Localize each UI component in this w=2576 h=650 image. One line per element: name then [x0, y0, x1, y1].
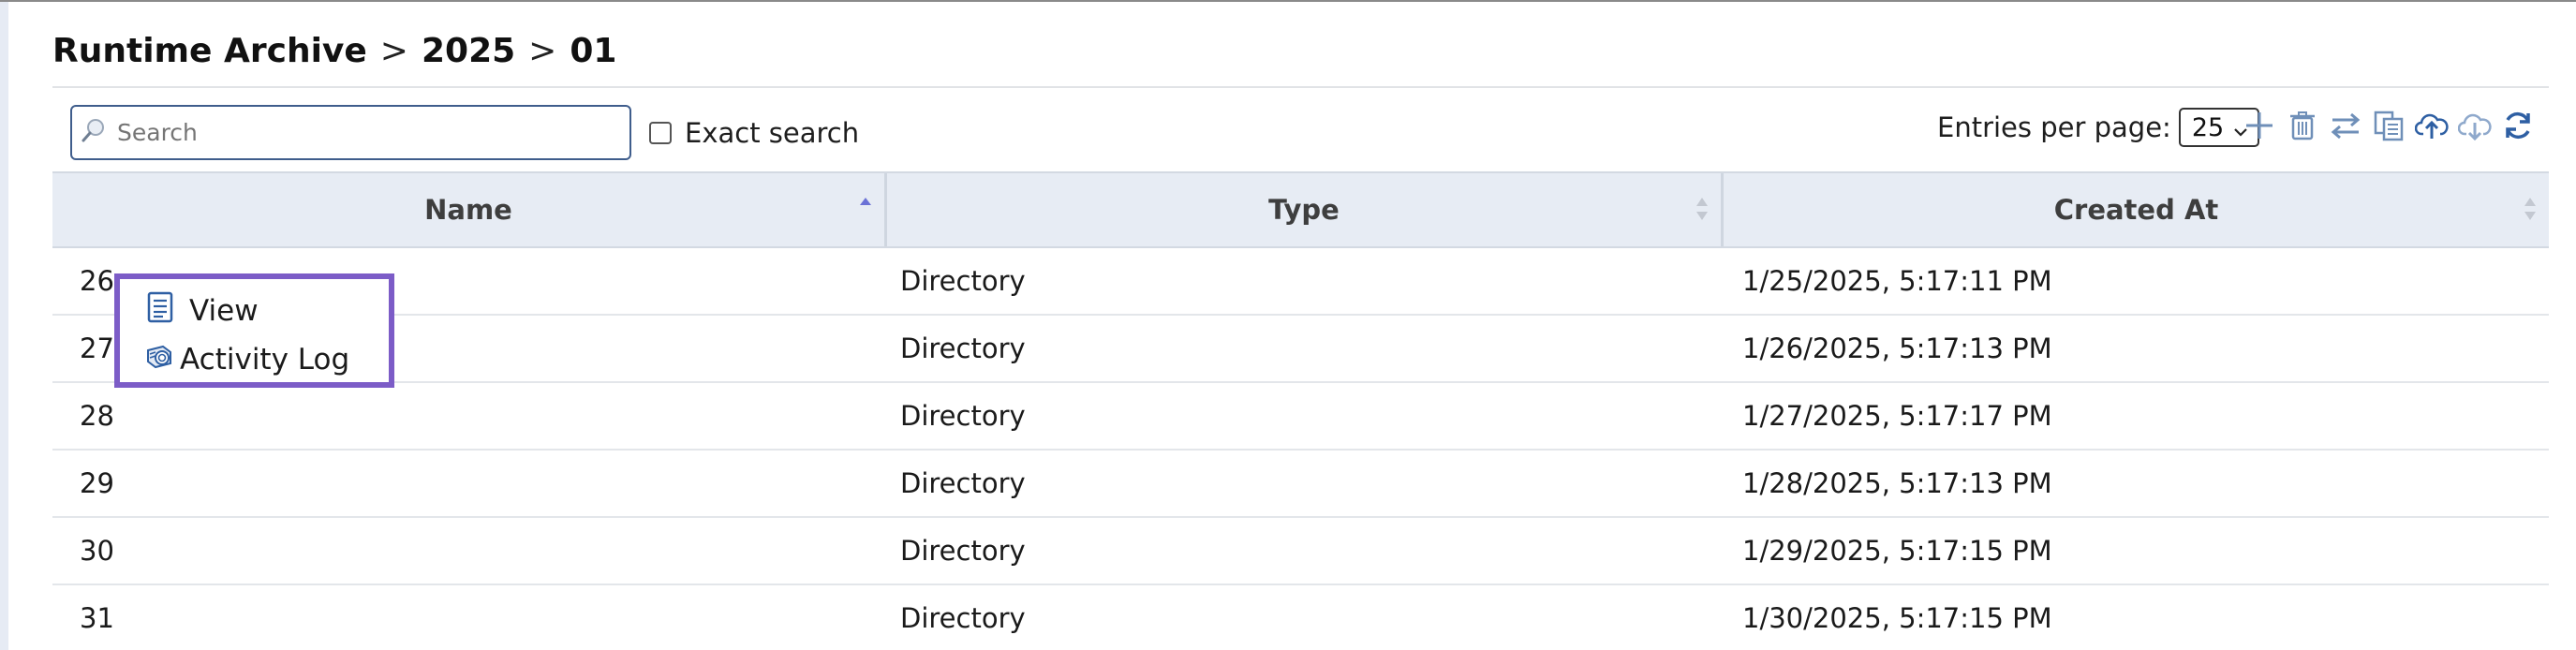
- left-sidebar-edge: [0, 2, 8, 650]
- cell-name[interactable]: 29: [52, 467, 887, 499]
- cell-created-at: 1/27/2025, 5:17:17 PM: [1742, 400, 2052, 432]
- upload-icon[interactable]: [2413, 107, 2450, 144]
- context-menu-label: Activity Log: [180, 343, 350, 377]
- cell-name[interactable]: 30: [52, 535, 887, 567]
- document-icon: [144, 290, 176, 332]
- cell-type: Directory: [900, 467, 1026, 499]
- file-table: Name Type Created At 26 Directory 1/25/2…: [52, 171, 2549, 650]
- table-row[interactable]: 27 Directory 1/26/2025, 5:17:13 PM: [52, 316, 2549, 383]
- table-row[interactable]: 28 Directory 1/27/2025, 5:17:17 PM: [52, 383, 2549, 451]
- column-header-label: Type: [1268, 194, 1340, 226]
- column-header-created-at[interactable]: Created At: [1724, 173, 2549, 246]
- move-icon[interactable]: [2327, 107, 2364, 144]
- context-menu-item-view[interactable]: View: [144, 290, 259, 332]
- column-header-label: Name: [424, 194, 512, 226]
- breadcrumb-item-2025[interactable]: 2025: [422, 32, 515, 70]
- table-row[interactable]: 30 Directory 1/29/2025, 5:17:15 PM: [52, 518, 2549, 585]
- search-input[interactable]: [117, 112, 623, 153]
- column-header-name[interactable]: Name: [52, 173, 887, 246]
- entries-per-page-label: Entries per page:: [1937, 111, 2171, 143]
- cell-name[interactable]: 28: [52, 400, 887, 432]
- context-menu: View Activity Log: [114, 273, 394, 388]
- cell-type: Directory: [900, 602, 1026, 634]
- search-box[interactable]: [70, 105, 631, 160]
- sort-neutral-icon: [2523, 192, 2538, 226]
- table-row[interactable]: 29 Directory 1/28/2025, 5:17:13 PM: [52, 451, 2549, 518]
- exact-search-label[interactable]: Exact search: [685, 117, 859, 149]
- cell-created-at: 1/30/2025, 5:17:15 PM: [1742, 602, 2052, 634]
- table-row[interactable]: 31 Directory 1/30/2025, 5:17:15 PM: [52, 585, 2549, 650]
- refresh-icon[interactable]: [2499, 107, 2537, 144]
- cell-type: Directory: [900, 535, 1026, 567]
- cell-created-at: 1/25/2025, 5:17:11 PM: [1742, 265, 2052, 297]
- sort-ascending-icon: [858, 192, 873, 226]
- table-row[interactable]: 26 Directory 1/25/2025, 5:17:11 PM: [52, 248, 2549, 316]
- divider: [52, 86, 2549, 88]
- cell-type: Directory: [900, 265, 1026, 297]
- copy-icon[interactable]: [2370, 107, 2407, 144]
- entries-per-page: Entries per page: 25: [1937, 107, 2259, 148]
- column-header-label: Created At: [2053, 194, 2219, 226]
- column-header-type[interactable]: Type: [887, 173, 1724, 246]
- toolbar: [2241, 106, 2542, 145]
- table-header: Name Type Created At: [52, 171, 2549, 248]
- download-icon[interactable]: [2456, 107, 2494, 144]
- breadcrumb-item-runtime-archive[interactable]: Runtime Archive: [52, 32, 367, 70]
- search-icon: [80, 116, 108, 144]
- add-icon[interactable]: [2241, 107, 2278, 144]
- breadcrumb-item-01: 01: [570, 31, 617, 70]
- context-menu-label: View: [189, 294, 259, 328]
- activity-log-icon: [142, 339, 174, 380]
- breadcrumb-separator: >: [528, 31, 557, 70]
- cell-created-at: 1/28/2025, 5:17:13 PM: [1742, 467, 2052, 499]
- context-menu-item-activity-log[interactable]: Activity Log: [142, 339, 349, 380]
- exact-search-checkbox[interactable]: [649, 122, 672, 144]
- delete-icon[interactable]: [2284, 107, 2321, 144]
- cell-created-at: 1/29/2025, 5:17:15 PM: [1742, 535, 2052, 567]
- breadcrumb: Runtime Archive > 2025 > 01: [52, 28, 616, 73]
- cell-created-at: 1/26/2025, 5:17:13 PM: [1742, 332, 2052, 364]
- sort-neutral-icon: [1695, 192, 1710, 226]
- exact-search-option[interactable]: Exact search: [649, 114, 859, 152]
- entries-per-page-value: 25: [2191, 112, 2225, 142]
- cell-type: Directory: [900, 332, 1026, 364]
- cell-type: Directory: [900, 400, 1026, 432]
- breadcrumb-separator: >: [379, 31, 408, 70]
- cell-name[interactable]: 31: [52, 602, 887, 634]
- top-border: [0, 0, 2576, 2]
